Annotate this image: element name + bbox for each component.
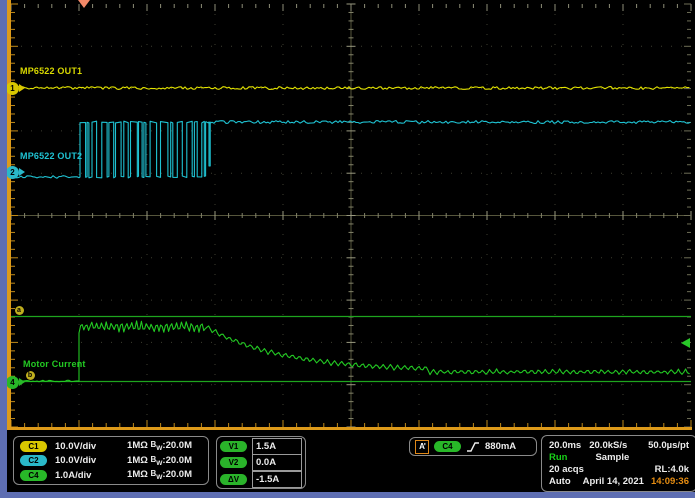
cursor-readout-panel[interactable]: V1 1.5A V2 0.0A ΔV -1.5A <box>216 436 306 489</box>
c1-impedance-bandwidth: 1MΩ BW:20.0M <box>127 440 202 452</box>
date: April 14, 2021 <box>583 476 644 487</box>
bottom-bezel <box>0 492 695 498</box>
c4-badge: C4 <box>20 470 47 481</box>
v1-badge: V1 <box>220 441 247 452</box>
acq-count: 20 acqs <box>549 464 584 475</box>
trigger-mode: Auto <box>549 476 571 487</box>
c2-badge: C2 <box>20 455 47 466</box>
cursor-a-marker[interactable]: a <box>15 306 24 315</box>
acq-state-row: Run Sample <box>549 451 689 463</box>
run-status: Run <box>549 452 567 463</box>
channel-2-badge: 2 <box>6 166 19 179</box>
waveform-plot <box>0 0 695 430</box>
channel-4-arrow-icon <box>19 378 25 386</box>
channel-row-c1: C1 10.0V/div 1MΩ BW:20.0M <box>20 439 202 453</box>
timebase-row: 20.0ms 20.0kS/s 50.0µs/pt <box>549 439 689 451</box>
date-time-row: Auto April 14, 2021 14:09:36 <box>549 476 689 488</box>
channel-4-badge: 4 <box>6 376 19 389</box>
v2-value: 0.0A <box>256 457 276 468</box>
channel-2-arrow-icon <box>19 168 25 176</box>
cursor-row-dv: ΔV -1.5A <box>220 471 302 487</box>
channel-1-arrow-icon <box>19 84 25 92</box>
trigger-position-marker-icon[interactable] <box>78 0 90 8</box>
c2-impedance-bandwidth: 1MΩ BW:20.0M <box>127 455 202 467</box>
horizontal-scale: 20.0ms <box>549 440 581 451</box>
v1-value: 1.5A <box>256 441 276 452</box>
waveform-display: MP6522 OUT1 MP6522 OUT2 Motor Current 1 … <box>0 0 695 430</box>
trigger-level-value: 880mA <box>485 441 516 452</box>
channel-row-c2: C2 10.0V/div 1MΩ BW:20.0M <box>20 454 202 468</box>
trigger-a-event-badge: A' <box>415 440 429 454</box>
c1-scale: 10.0V/div <box>55 441 117 452</box>
channel-settings-panel[interactable]: C1 10.0V/div 1MΩ BW:20.0M C2 10.0V/div 1… <box>13 436 209 485</box>
trace-label-ch4: Motor Current <box>23 359 86 369</box>
trigger-readout-panel[interactable]: A' C4 880mA <box>409 437 537 456</box>
status-bar: C1 10.0V/div 1MΩ BW:20.0M C2 10.0V/div 1… <box>7 430 695 492</box>
c2-scale: 10.0V/div <box>55 455 117 466</box>
acq-count-row: 20 acqs RL:4.0k <box>549 464 689 476</box>
trigger-source-badge: C4 <box>434 441 461 452</box>
trace-label-ch2: MP6522 OUT2 <box>20 151 82 161</box>
record-length: RL:4.0k <box>655 464 689 475</box>
cursor-row-v1: V1 1.5A <box>220 438 302 454</box>
c1-badge: C1 <box>20 441 47 452</box>
channel-row-c4: C4 1.0A/div 1MΩ BW:20.0M <box>20 468 202 482</box>
sample-rate: 20.0kS/s <box>589 440 627 451</box>
v2-badge: V2 <box>220 457 247 468</box>
delta-v-value: -1.5A <box>256 474 279 485</box>
cursor-b-marker[interactable]: b <box>26 371 35 380</box>
horizontal-acquisition-panel[interactable]: 20.0ms 20.0kS/s 50.0µs/pt Run Sample 20 … <box>541 435 695 492</box>
left-bezel <box>0 0 7 498</box>
rising-edge-icon <box>466 441 480 453</box>
delta-v-badge: ΔV <box>220 474 247 485</box>
c4-impedance-bandwidth: 1MΩ BW:20.0M <box>127 469 202 481</box>
channel-1-badge: 1 <box>6 82 19 95</box>
cursor-row-v2: V2 0.0A <box>220 455 302 471</box>
resolution: 50.0µs/pt <box>648 440 689 451</box>
trace-label-ch1: MP6522 OUT1 <box>20 66 82 76</box>
graticule-left-border <box>7 0 11 430</box>
c4-scale: 1.0A/div <box>55 470 117 481</box>
oscilloscope-screen: MP6522 OUT1 MP6522 OUT2 Motor Current 1 … <box>0 0 695 498</box>
trigger-level-arrow-icon[interactable] <box>681 338 690 348</box>
clock-time: 14:09:36 <box>651 476 689 487</box>
acq-mode: Sample <box>595 452 629 463</box>
